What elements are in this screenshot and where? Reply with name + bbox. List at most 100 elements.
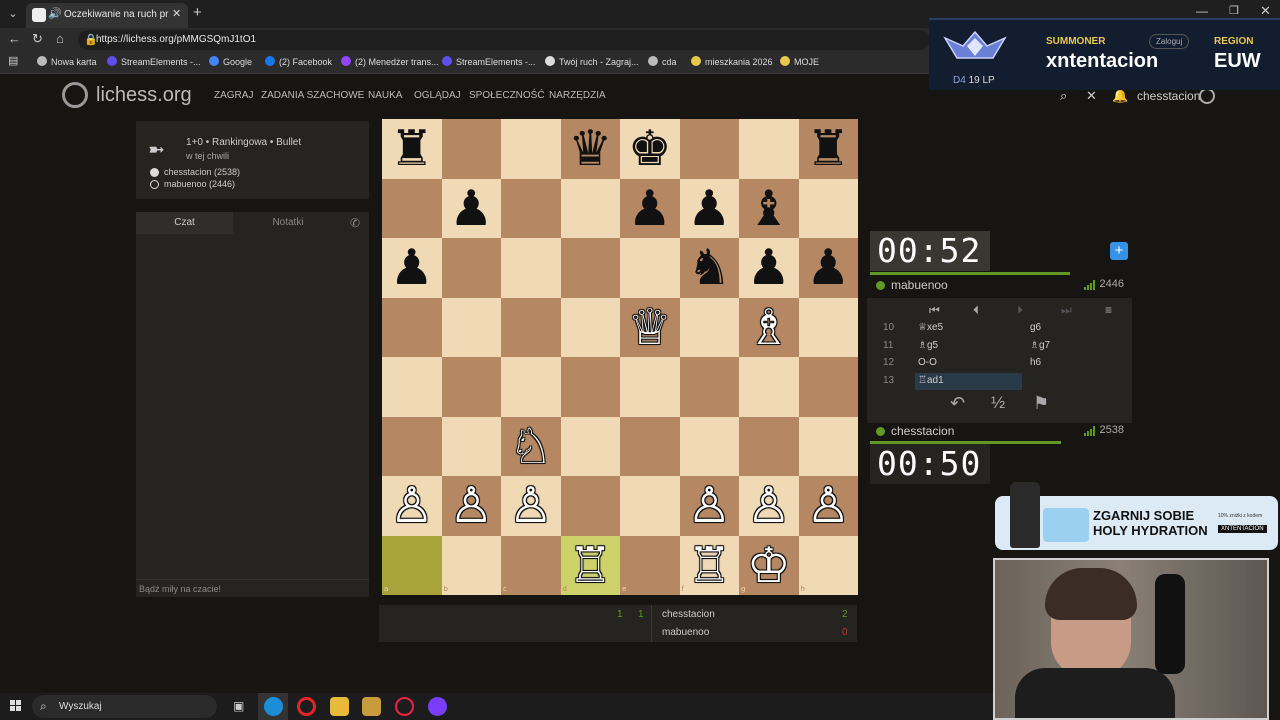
black-knight-icon[interactable]: ♞: [680, 238, 740, 298]
address-bar[interactable]: 🔒 https://lichess.org/pMMGSQmJ1tO1: [78, 30, 930, 50]
black-rook-icon[interactable]: ♜: [799, 119, 859, 179]
black-pawn-icon[interactable]: ♟: [620, 179, 680, 239]
site-logo[interactable]: lichess.org: [96, 84, 192, 107]
window-close-icon[interactable]: ✕: [1260, 3, 1271, 19]
app-icon[interactable]: [428, 697, 447, 716]
crosstable-player[interactable]: mabuenoo: [662, 627, 709, 638]
search-icon[interactable]: ⌕: [1060, 88, 1067, 104]
bookmark-item[interactable]: StreamElements -...: [442, 56, 536, 67]
square-c1[interactable]: [501, 535, 561, 595]
taskbar-search[interactable]: ⌕ Wyszukaj: [32, 695, 217, 718]
phone-icon[interactable]: ✆: [350, 216, 360, 230]
my-name[interactable]: chesstacion: [891, 424, 954, 438]
square-f5[interactable]: [679, 297, 739, 357]
new-tab-icon[interactable]: +: [193, 4, 202, 21]
square-e1[interactable]: [620, 535, 680, 595]
square-d2[interactable]: [560, 476, 620, 536]
browser-tab[interactable]: 🔊 Oczekiwanie na ruch przeciwnika ✕: [26, 3, 188, 28]
minimize-icon[interactable]: —: [1196, 4, 1208, 18]
white-pawn-icon[interactable]: ♙: [501, 476, 561, 536]
last-move-icon[interactable]: ⏭: [1061, 303, 1072, 318]
bookmark-item[interactable]: mieszkania 2026: [691, 56, 773, 67]
square-d4[interactable]: [560, 357, 620, 417]
user-avatar-icon[interactable]: [1199, 88, 1215, 104]
reload-icon[interactable]: ↻: [32, 31, 43, 47]
menu-icon[interactable]: ≡: [1105, 303, 1112, 317]
tab-actions-icon[interactable]: ▤: [8, 54, 18, 67]
square-c7[interactable]: [501, 178, 561, 238]
menu-tools[interactable]: NARZĘDZIA: [549, 90, 606, 101]
square-f4[interactable]: [679, 357, 739, 417]
black-move[interactable]: ♗g7: [1030, 340, 1050, 351]
square-a3[interactable]: [382, 416, 442, 476]
black-pawn-icon[interactable]: ♟: [442, 179, 502, 239]
menu-learn[interactable]: NAUKA: [368, 90, 402, 101]
white-queen-icon[interactable]: ♕: [620, 298, 680, 358]
white-pawn-icon[interactable]: ♙: [382, 476, 442, 536]
square-b1[interactable]: [441, 535, 501, 595]
square-c5[interactable]: [501, 297, 561, 357]
square-c4[interactable]: [501, 357, 561, 417]
square-e2[interactable]: [620, 476, 680, 536]
bookmark-item[interactable]: StreamElements -...: [107, 56, 201, 67]
resign-flag-icon[interactable]: ⚑: [1033, 393, 1049, 414]
square-f3[interactable]: [679, 416, 739, 476]
bell-icon[interactable]: 🔔: [1112, 88, 1128, 104]
bookmark-item[interactable]: Google: [209, 56, 252, 67]
square-e4[interactable]: [620, 357, 680, 417]
square-b6[interactable]: [441, 238, 501, 298]
close-icon[interactable]: ✕: [1086, 88, 1097, 104]
tab-notes[interactable]: Notatki: [233, 212, 343, 234]
square-b3[interactable]: [441, 416, 501, 476]
tab-chat[interactable]: Czat: [136, 212, 233, 234]
white-knight-icon[interactable]: ♘: [501, 417, 561, 477]
lichess-logo-icon[interactable]: [62, 82, 88, 108]
black-pawn-icon[interactable]: ♟: [680, 179, 740, 239]
square-e6[interactable]: [620, 238, 680, 298]
menu-watch[interactable]: OGLĄDAJ: [414, 90, 461, 101]
league-icon[interactable]: [362, 697, 381, 716]
square-a7[interactable]: [382, 178, 442, 238]
next-move-icon[interactable]: ⏵: [1017, 303, 1023, 318]
bookmark-item[interactable]: (2) Facebook: [265, 56, 332, 67]
white-move[interactable]: ♕xe5: [918, 322, 943, 333]
takeback-icon[interactable]: ↶: [950, 393, 965, 414]
windows-start-icon[interactable]: [10, 700, 22, 712]
bookmark-item[interactable]: (2) Menedżer trans...: [341, 56, 439, 67]
black-queen-icon[interactable]: ♛: [561, 119, 621, 179]
square-a1[interactable]: [382, 535, 442, 595]
white-pawn-icon[interactable]: ♙: [739, 476, 799, 536]
white-player-link[interactable]: chesstacion (2538): [164, 167, 240, 177]
offer-draw-button[interactable]: ½: [991, 393, 1005, 413]
black-move[interactable]: g6: [1030, 322, 1041, 333]
black-rook-icon[interactable]: ♜: [382, 119, 442, 179]
chat-input[interactable]: Bądź miły na czacie!: [136, 579, 369, 597]
bookmark-item[interactable]: Twój ruch - Zagraj...: [545, 56, 639, 67]
menu-play[interactable]: ZAGRAJ: [214, 90, 253, 101]
white-king-icon[interactable]: ♔: [739, 536, 799, 596]
square-a4[interactable]: [382, 357, 442, 417]
black-bishop-icon[interactable]: ♝: [739, 179, 799, 239]
square-d6[interactable]: [560, 238, 620, 298]
square-d7[interactable]: [560, 178, 620, 238]
user-menu[interactable]: chesstacion: [1137, 89, 1200, 103]
square-c6[interactable]: [501, 238, 561, 298]
first-move-icon[interactable]: ⏮: [929, 303, 940, 318]
white-pawn-icon[interactable]: ♙: [680, 476, 740, 536]
black-player-link[interactable]: mabuenoo (2446): [164, 179, 235, 189]
square-c8[interactable]: [501, 119, 561, 179]
obs-icon[interactable]: [395, 697, 414, 716]
white-move[interactable]: ♖ad1: [918, 375, 944, 386]
chess-board[interactable]: 8 7 6 5 4 3 2 1 a b c d e f g h ♜ ♛ ♚ ♜ ♟ ♟ ♟ ♝ ♟ ♞ ♟ ♟ ♕ ♗ ♘ ♙ ♙ ♙ ♙ ♙ ♙ ♖ ♖ ♔: [382, 119, 858, 595]
square-d3[interactable]: [560, 416, 620, 476]
white-bishop-icon[interactable]: ♗: [739, 298, 799, 358]
tab-list-chevron-icon[interactable]: ⌄: [4, 5, 22, 23]
task-view-icon[interactable]: ▣: [233, 699, 244, 713]
speaker-icon[interactable]: 🔊: [48, 7, 62, 20]
square-d5[interactable]: [560, 297, 620, 357]
black-pawn-icon[interactable]: ♟: [799, 238, 859, 298]
square-e3[interactable]: [620, 416, 680, 476]
square-f8[interactable]: [679, 119, 739, 179]
add-time-button[interactable]: +: [1110, 242, 1128, 260]
menu-puzzles[interactable]: ZADANIA SZACHOWE: [261, 90, 364, 101]
